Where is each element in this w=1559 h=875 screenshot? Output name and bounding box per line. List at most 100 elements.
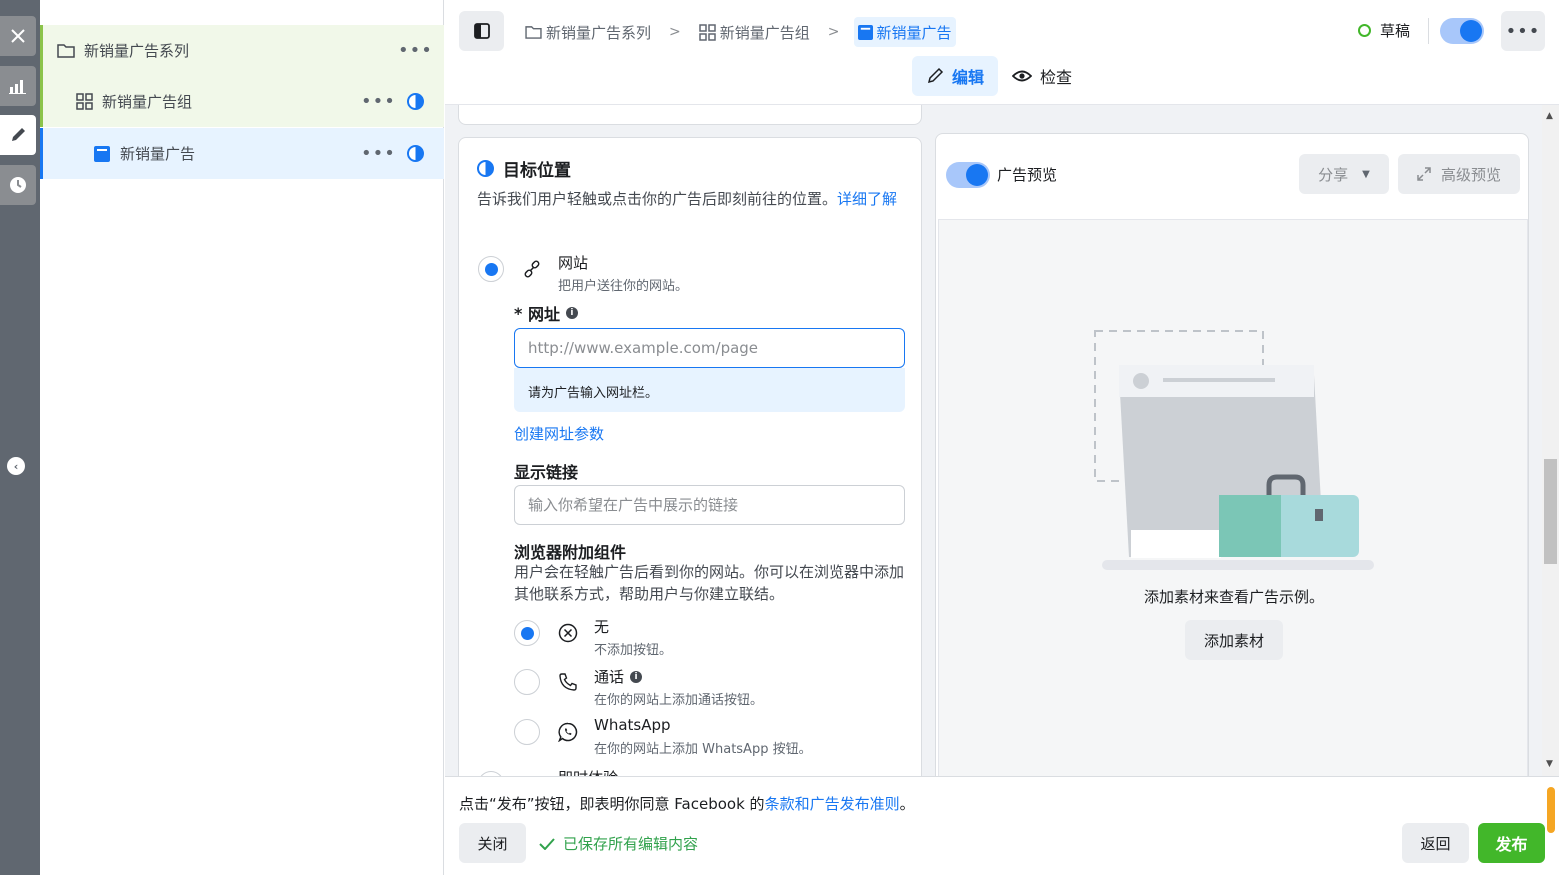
section-title: 目标位置 (477, 156, 571, 181)
destination-card: 目标位置 告诉我们用户轻触或点击你的广告后即刻前往的位置。详细了解 网站 把用户… (458, 137, 922, 776)
collapse-icon[interactable]: ‹ (7, 457, 25, 475)
breadcrumb-adset[interactable]: 新销量广告组 (695, 17, 814, 47)
preview-canvas: 添加素材来查看广告示例。 添加素材 (938, 219, 1528, 776)
tab-label: 编辑 (952, 68, 985, 87)
link-icon (522, 259, 542, 279)
url-label-text: 网址 (527, 305, 560, 324)
tree-item-campaign[interactable]: 新销量广告系列 ••• (40, 25, 444, 76)
more-icon[interactable]: ••• (361, 91, 395, 112)
browser-addon-description: 用户会在轻触广告后看到你的网站。你可以在浏览器中添加其他联系方式，帮助用户与你建… (514, 563, 905, 603)
caret-down-icon: ▼ (1362, 168, 1370, 180)
terms-link[interactable]: 条款和广告发布准则 (765, 795, 900, 813)
tab-label: 检查 (1040, 68, 1073, 87)
phone-icon (558, 672, 578, 692)
divider (1428, 18, 1429, 44)
tree-item-adset[interactable]: 新销量广告组 ••• (40, 76, 444, 127)
more-icon[interactable]: ••• (361, 143, 395, 164)
eye-icon (1012, 69, 1033, 83)
tree-panel: 新销量广告系列 ••• 新销量广告组 ••• 新销量广告 ••• (40, 0, 444, 875)
check-icon (539, 837, 555, 850)
url-input[interactable] (514, 328, 905, 368)
browser-addon-label: 浏览器附加组件 (514, 543, 627, 562)
status-label: 草稿 (1380, 22, 1411, 40)
folder-icon (525, 25, 542, 39)
tree-item-label: 新销量广告 (120, 145, 196, 163)
radio-addon-none[interactable] (514, 620, 540, 646)
sidebar-toggle-button[interactable] (459, 11, 504, 51)
option-title-text: 通话 (594, 668, 625, 686)
whatsapp-icon (558, 722, 578, 742)
option-subtitle: 在你的网站上添加 WhatsApp 按钮。 (594, 742, 812, 757)
share-label: 分享 (1318, 165, 1349, 184)
scroll-thumb[interactable] (1544, 459, 1557, 564)
breadcrumb-ad[interactable]: 新销量广告 (853, 17, 956, 47)
option-subtitle: 把用户送往你的网站。 (558, 279, 689, 294)
description-text: 告诉我们用户轻触或点击你的广告后即刻前往的位置。 (477, 190, 838, 208)
ad-icon (857, 24, 873, 40)
url-label: * 网址 i (514, 301, 578, 325)
tab-review[interactable]: 检查 (998, 56, 1086, 96)
radio-website[interactable] (478, 256, 504, 282)
status-half-icon (477, 160, 494, 177)
draft-dot-icon (1358, 24, 1371, 37)
tab-edit[interactable]: 编辑 (912, 56, 999, 96)
terms-prefix: 点击“发布”按钮，即表明你同意 Facebook 的 (459, 795, 765, 813)
option-title: 无 (594, 618, 610, 636)
section-description: 告诉我们用户轻触或点击你的广告后即刻前往的位置。详细了解 (477, 188, 907, 210)
ad-preview-toggle[interactable] (946, 162, 990, 188)
grid-icon (699, 23, 716, 41)
back-button[interactable]: 返回 (1402, 823, 1469, 863)
terms-text: 点击“发布”按钮，即表明你同意 Facebook 的条款和广告发布准则。 (459, 793, 915, 814)
more-options-button[interactable]: ••• (1501, 11, 1545, 51)
tree-item-ad[interactable]: 新销量广告 ••• (40, 128, 444, 179)
left-rail: ‹ (0, 0, 40, 875)
required-star: * (514, 303, 528, 323)
ad-preview-label: 广告预览 (997, 166, 1058, 184)
status-half-icon (407, 93, 424, 110)
ad-icon (92, 144, 112, 164)
breadcrumb-label: 新销量广告系列 (546, 23, 652, 42)
breadcrumb-label: 新销量广告 (876, 23, 952, 42)
create-url-params-link[interactable]: 创建网址参数 (514, 423, 604, 444)
scroll-down-icon[interactable]: ▼ (1546, 759, 1553, 769)
scroll-indicator (1547, 787, 1555, 833)
tree-item-label: 新销量广告系列 (84, 42, 190, 60)
close-button[interactable]: 关闭 (459, 823, 526, 863)
close-icon[interactable] (0, 16, 36, 56)
footer: 点击“发布”按钮，即表明你同意 Facebook 的条款和广告发布准则。 关闭 … (445, 776, 1559, 875)
option-subtitle: 在你的网站上添加通话按钮。 (594, 693, 764, 708)
pencil-icon (926, 67, 944, 85)
chart-icon[interactable] (0, 66, 36, 106)
status-half-icon (407, 145, 424, 162)
empty-preview-text: 添加素材来查看广告示例。 (1143, 588, 1324, 606)
status-badge: 草稿 (1358, 20, 1410, 41)
circle-x-icon (558, 623, 578, 643)
ad-on-toggle[interactable] (1440, 18, 1484, 44)
option-title: WhatsApp (594, 716, 671, 734)
chevron-right-icon: > (669, 24, 681, 40)
display-link-label: 显示链接 (514, 463, 579, 482)
add-media-button[interactable]: 添加素材 (1185, 620, 1283, 660)
advanced-preview-button[interactable]: 高级预览 (1398, 154, 1520, 194)
clock-icon[interactable] (0, 165, 36, 205)
scroll-up-icon[interactable]: ▲ (1546, 111, 1553, 121)
folder-icon (56, 41, 76, 61)
breadcrumb-label: 新销量广告组 (719, 23, 810, 42)
advanced-preview-label: 高级预览 (1440, 165, 1501, 184)
option-subtitle: 不添加按钮。 (594, 643, 673, 658)
pencil-icon[interactable] (0, 115, 36, 155)
display-link-input[interactable] (514, 485, 905, 525)
more-icon[interactable]: ••• (398, 40, 432, 61)
info-icon[interactable]: i (630, 670, 643, 683)
radio-addon-call[interactable] (514, 669, 540, 695)
main-scrollbar[interactable]: ▲ ▼ (1542, 105, 1559, 776)
saved-status: 已保存所有编辑内容 (539, 833, 698, 854)
publish-button[interactable]: 发布 (1478, 823, 1545, 863)
section-title-text: 目标位置 (503, 161, 571, 181)
radio-addon-whatsapp[interactable] (514, 719, 540, 745)
share-button[interactable]: 分享 ▼ (1299, 154, 1389, 194)
learn-more-link[interactable]: 详细了解 (837, 190, 897, 208)
info-icon[interactable]: i (565, 307, 578, 319)
breadcrumb-campaign[interactable]: 新销量广告系列 (521, 17, 655, 47)
tree-item-label: 新销量广告组 (102, 93, 193, 111)
